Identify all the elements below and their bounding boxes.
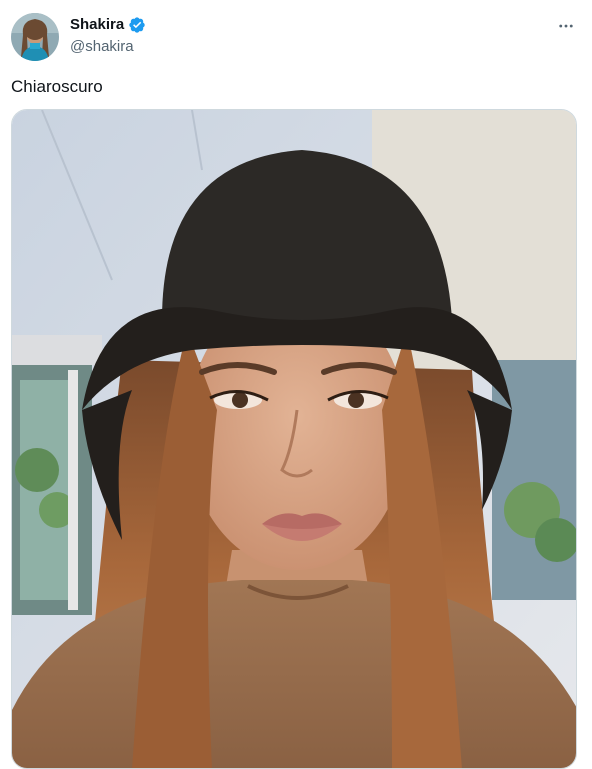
author-name-row: Shakira bbox=[70, 15, 146, 35]
more-horizontal-icon bbox=[559, 24, 573, 28]
avatar[interactable] bbox=[11, 13, 59, 61]
author-handle[interactable]: @shakira bbox=[70, 37, 134, 57]
tweet-photo[interactable] bbox=[11, 109, 577, 769]
display-name[interactable]: Shakira bbox=[70, 15, 124, 35]
tweet-text: Chiaroscuro bbox=[11, 77, 103, 96]
more-options-button[interactable] bbox=[554, 14, 578, 38]
tweet-card: Shakira @shakira Chiaroscuro bbox=[0, 0, 592, 769]
verified-badge-icon bbox=[128, 16, 146, 34]
selfie-photo-image bbox=[12, 110, 576, 768]
